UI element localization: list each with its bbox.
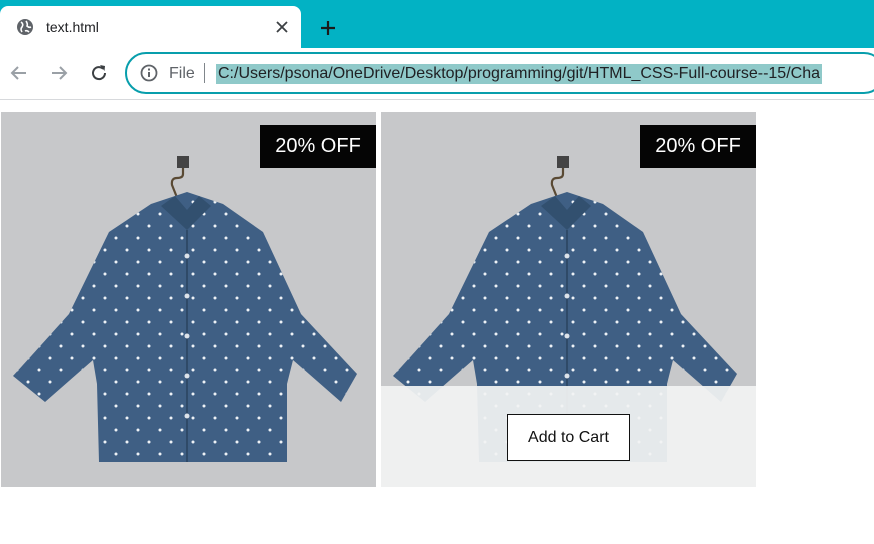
tab-active[interactable]: text.html: [0, 6, 301, 48]
cart-overlay: Add to Cart: [381, 386, 756, 487]
url-text[interactable]: C:/Users/psona/OneDrive/Desktop/programm…: [216, 64, 822, 84]
omnibox-separator: [204, 63, 205, 83]
tab-title: text.html: [46, 19, 99, 35]
arrow-right-icon[interactable]: [48, 62, 70, 84]
arrow-left-icon[interactable]: [8, 62, 30, 84]
tab-strip: text.html: [0, 0, 874, 48]
globe-icon: [16, 18, 34, 36]
info-icon[interactable]: [140, 64, 158, 82]
plus-icon[interactable]: [316, 16, 340, 40]
product-card[interactable]: 20% OFF Add to Cart: [381, 112, 756, 487]
discount-badge: 20% OFF: [260, 125, 376, 168]
reload-icon[interactable]: [88, 62, 110, 84]
discount-badge: 20% OFF: [640, 125, 756, 168]
close-icon[interactable]: [272, 17, 292, 37]
browser-toolbar: File C:/Users/psona/OneDrive/Desktop/pro…: [0, 48, 874, 100]
product-image: [13, 156, 357, 462]
address-bar[interactable]: File C:/Users/psona/OneDrive/Desktop/pro…: [125, 52, 874, 94]
add-to-cart-button[interactable]: Add to Cart: [507, 414, 630, 461]
scheme-label: File: [169, 65, 195, 82]
product-card[interactable]: 20% OFF: [1, 112, 376, 487]
